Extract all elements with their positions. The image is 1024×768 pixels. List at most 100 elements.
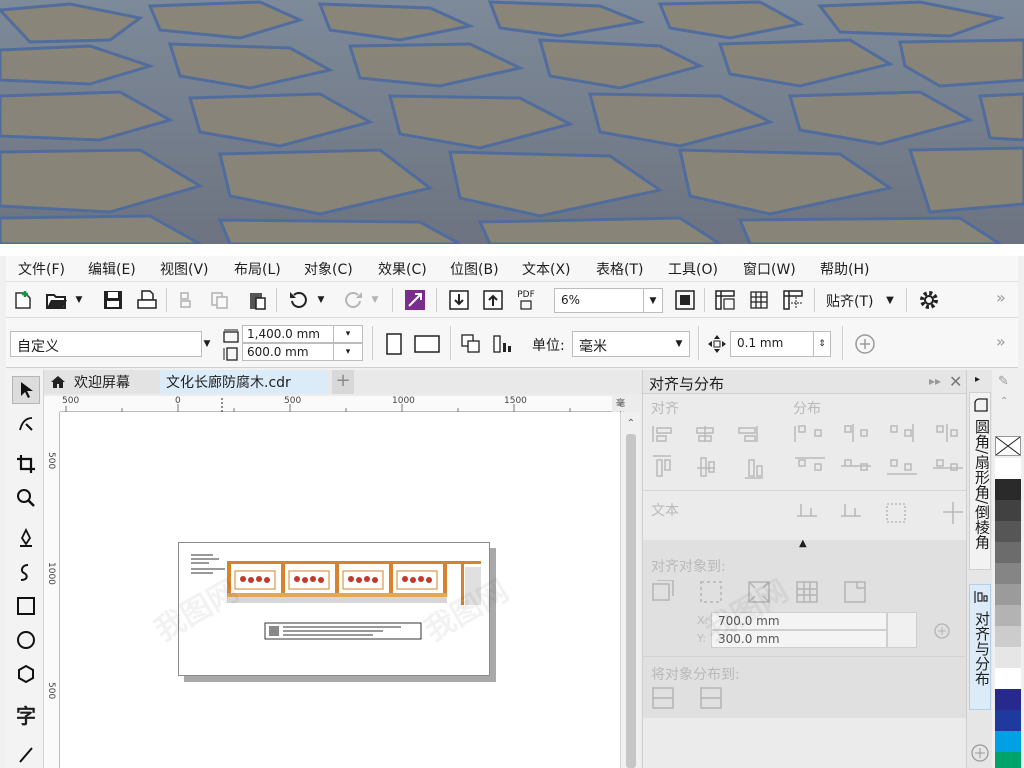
text-tool-icon[interactable]: 字 bbox=[12, 700, 40, 728]
page-height-spinner-icon[interactable]: ▾ bbox=[333, 343, 363, 361]
color-swatch[interactable] bbox=[995, 668, 1021, 690]
scroll-up-icon[interactable]: ⌃ bbox=[623, 416, 639, 430]
eyedropper-icon[interactable]: ✎ bbox=[998, 374, 1009, 389]
color-swatch[interactable] bbox=[995, 689, 1021, 711]
no-color-swatch[interactable] bbox=[995, 436, 1021, 456]
position-spinner-icon[interactable] bbox=[887, 612, 917, 648]
landscape-orientation-icon[interactable] bbox=[412, 331, 442, 357]
horizontal-ruler[interactable]: 500 0 500 1000 1500 毫米 bbox=[60, 396, 625, 422]
y-position-input[interactable]: 300.0 mm bbox=[711, 630, 887, 648]
menu-tools[interactable]: 工具(O) bbox=[668, 259, 718, 279]
zoom-tool-icon[interactable] bbox=[12, 484, 40, 512]
publish-pdf-icon[interactable]: PDF bbox=[512, 287, 540, 313]
show-rulers-icon[interactable] bbox=[712, 287, 738, 313]
paste-icon[interactable] bbox=[244, 287, 270, 313]
side-tab-align-distribute[interactable]: 对齐与分布 bbox=[969, 584, 991, 710]
page-size-preset-select[interactable]: 自定义 bbox=[10, 331, 202, 357]
show-grid-icon[interactable] bbox=[746, 287, 772, 313]
collapse-arrow-icon[interactable]: ▲ bbox=[799, 538, 807, 549]
save-icon[interactable] bbox=[100, 287, 126, 313]
menu-object[interactable]: 对象(C) bbox=[304, 259, 353, 279]
zoom-dropdown-chevron-icon[interactable]: ▼ bbox=[643, 288, 663, 313]
nudge-distance-input[interactable]: 0.1 mm bbox=[730, 331, 814, 357]
parallel-dimension-tool-icon[interactable] bbox=[12, 740, 40, 768]
menu-table[interactable]: 表格(T) bbox=[596, 259, 643, 279]
drawing-canvas[interactable] bbox=[60, 412, 620, 768]
redo-icon[interactable] bbox=[340, 287, 366, 313]
color-swatch[interactable] bbox=[995, 521, 1021, 543]
rectangle-tool-icon[interactable] bbox=[12, 592, 40, 620]
menu-text[interactable]: 文本(X) bbox=[522, 259, 571, 279]
menu-layout[interactable]: 布局(L) bbox=[234, 259, 281, 279]
propbar-overflow-icon[interactable]: » bbox=[996, 332, 1006, 351]
side-tabs-scroll-icon[interactable]: ▸ bbox=[975, 374, 980, 385]
menu-window[interactable]: 窗口(W) bbox=[743, 259, 796, 279]
redo-dropdown-chevron-icon[interactable]: ▼ bbox=[368, 287, 382, 313]
vertical-ruler[interactable]: 500 1000 500 bbox=[44, 412, 60, 768]
toolbar-overflow-icon[interactable]: » bbox=[996, 288, 1006, 307]
polygon-tool-icon[interactable] bbox=[12, 660, 40, 688]
color-swatch[interactable] bbox=[995, 605, 1021, 627]
snap-dropdown-chevron-icon[interactable]: ▼ bbox=[882, 287, 898, 313]
page-preset-chevron-icon[interactable]: ▼ bbox=[198, 331, 216, 357]
vertical-scrollbar[interactable]: ⌃ bbox=[620, 412, 640, 768]
menu-file[interactable]: 文件(F) bbox=[18, 259, 65, 279]
document-page[interactable] bbox=[178, 542, 490, 676]
search-content-icon[interactable] bbox=[402, 287, 428, 313]
side-tab-fillet[interactable]: 圆角/扇形角/倒棱角 bbox=[969, 392, 991, 570]
add-toolbar-item-icon[interactable] bbox=[852, 331, 878, 357]
tab-document[interactable]: 文化长廊防腐木.cdr bbox=[160, 370, 328, 394]
new-document-icon[interactable] bbox=[10, 287, 36, 313]
tab-welcome-screen[interactable]: 欢迎屏幕 bbox=[44, 370, 160, 394]
color-swatch[interactable] bbox=[995, 731, 1021, 753]
page-height-input[interactable]: 600.0 mm bbox=[242, 343, 334, 361]
print-icon[interactable] bbox=[134, 287, 160, 313]
scrollbar-thumb[interactable] bbox=[626, 434, 636, 768]
color-swatch[interactable] bbox=[995, 647, 1021, 669]
current-page-icon[interactable] bbox=[490, 331, 516, 357]
options-gear-icon[interactable] bbox=[916, 287, 942, 313]
full-screen-icon[interactable] bbox=[672, 287, 698, 313]
menu-bitmap[interactable]: 位图(B) bbox=[450, 259, 499, 279]
open-dropdown-chevron-icon[interactable]: ▼ bbox=[72, 287, 86, 313]
shape-tool-icon[interactable] bbox=[12, 410, 40, 438]
zoom-level-input[interactable]: 6% bbox=[554, 288, 644, 313]
add-position-icon[interactable] bbox=[933, 622, 951, 640]
docker-expand-icon[interactable]: ▸▸ bbox=[929, 374, 941, 388]
menu-edit[interactable]: 编辑(E) bbox=[88, 259, 136, 279]
ruler-origin-corner[interactable] bbox=[44, 396, 60, 412]
units-chevron-icon[interactable]: ▼ bbox=[670, 331, 688, 357]
color-swatch[interactable] bbox=[995, 458, 1021, 480]
portrait-orientation-icon[interactable] bbox=[382, 331, 406, 357]
open-folder-icon[interactable] bbox=[44, 287, 70, 313]
color-swatch[interactable] bbox=[995, 500, 1021, 522]
ellipse-tool-icon[interactable] bbox=[12, 626, 40, 654]
color-swatch[interactable] bbox=[995, 479, 1021, 501]
show-guidelines-icon[interactable] bbox=[780, 287, 806, 313]
x-position-input[interactable]: 700.0 mm bbox=[711, 612, 887, 630]
crop-tool-icon[interactable] bbox=[12, 450, 40, 478]
import-icon[interactable] bbox=[446, 287, 472, 313]
color-swatch[interactable] bbox=[995, 542, 1021, 564]
artistic-media-tool-icon[interactable] bbox=[12, 558, 40, 586]
page-width-spinner-icon[interactable]: ▾ bbox=[333, 325, 363, 343]
page-width-input[interactable]: 1,400.0 mm bbox=[242, 325, 334, 343]
color-swatch[interactable] bbox=[995, 584, 1021, 606]
cut-icon[interactable] bbox=[174, 287, 200, 313]
all-pages-icon[interactable] bbox=[458, 331, 484, 357]
color-swatch[interactable] bbox=[995, 626, 1021, 648]
add-tab-icon[interactable]: + bbox=[332, 370, 354, 394]
menu-effects[interactable]: 效果(C) bbox=[378, 259, 427, 279]
menu-view[interactable]: 视图(V) bbox=[160, 259, 209, 279]
snap-to-menu[interactable]: 贴齐(T) bbox=[826, 291, 873, 311]
undo-icon[interactable] bbox=[286, 287, 312, 313]
color-swatch[interactable] bbox=[995, 563, 1021, 585]
docker-close-icon[interactable]: ✕ bbox=[949, 372, 962, 391]
export-icon[interactable] bbox=[480, 287, 506, 313]
palette-scroll-up-icon[interactable]: ⌃ bbox=[1000, 396, 1008, 407]
nudge-spinner-icon[interactable]: ⇕ bbox=[813, 331, 831, 357]
freehand-tool-icon[interactable] bbox=[12, 524, 40, 552]
pick-tool-icon[interactable] bbox=[12, 376, 40, 404]
copy-icon[interactable] bbox=[206, 287, 232, 313]
color-swatch[interactable] bbox=[995, 710, 1021, 732]
